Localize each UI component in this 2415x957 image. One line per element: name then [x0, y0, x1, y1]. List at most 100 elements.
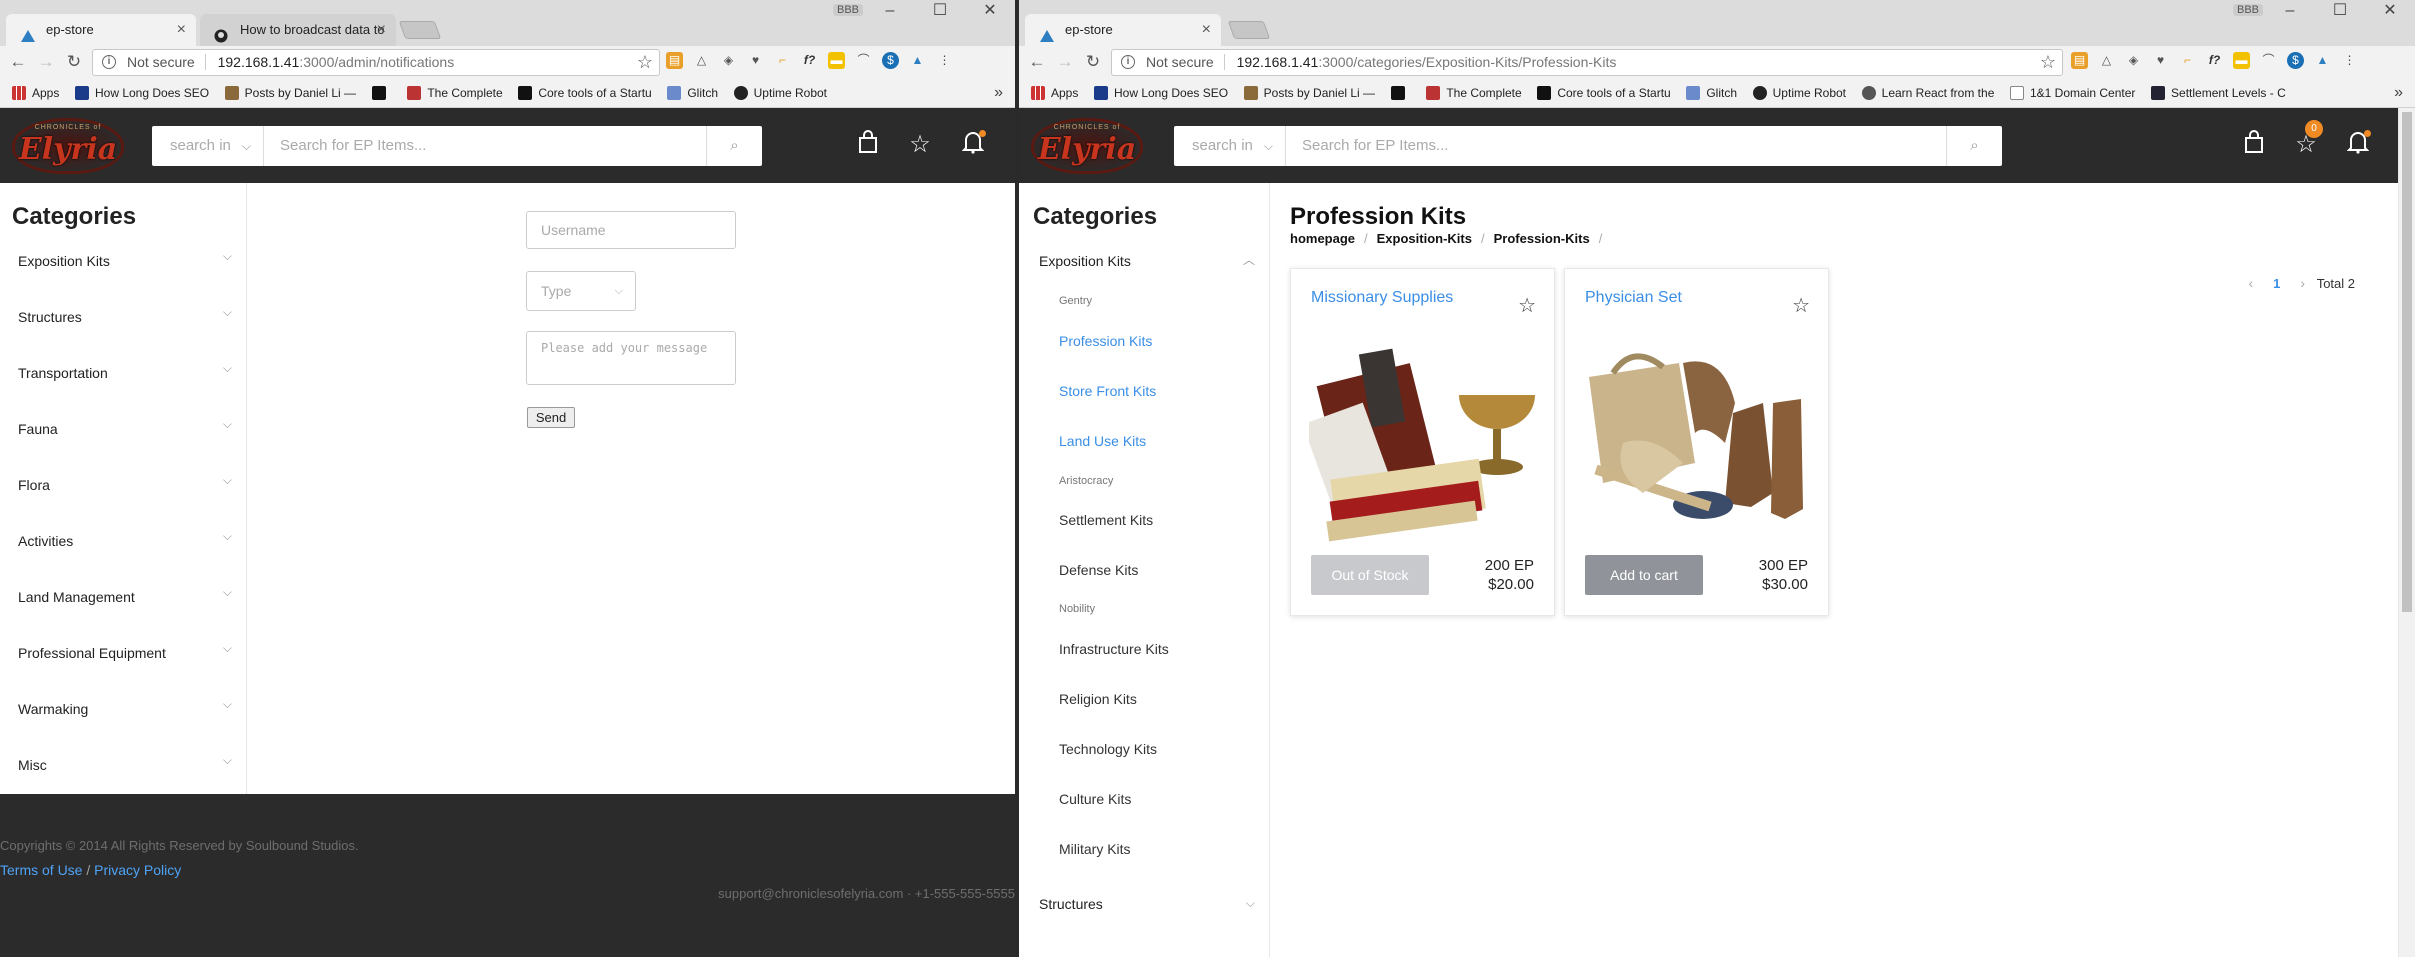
extension-icon[interactable]: ▲ [2314, 52, 2331, 69]
extension-icon[interactable]: ▲ [909, 52, 926, 69]
extension-icon[interactable]: ▬ [828, 52, 845, 69]
search-icon[interactable]: ⌕ [1946, 126, 2002, 166]
send-button[interactable]: Send [527, 407, 575, 428]
address-bar[interactable]: i Not secure 192.168.1.41:3000/admin/not… [92, 49, 660, 76]
search-input[interactable]: Search for EP Items... [264, 126, 706, 166]
subcategory-item[interactable]: Profession Kits [1059, 333, 1152, 349]
bookmark-item[interactable]: Uptime Robot [1752, 78, 1846, 107]
search-category-select[interactable]: search in ⌵ [152, 126, 264, 166]
extension-icon[interactable]: ▤ [2071, 52, 2088, 69]
minimize-icon[interactable]: – [2265, 0, 2315, 22]
star-icon[interactable]: ☆ [905, 130, 935, 160]
category-item-expanded[interactable]: Exposition Kits ︿ [1039, 253, 1263, 269]
shopping-bag-icon[interactable] [853, 130, 883, 160]
heart-icon[interactable]: ♥ [747, 52, 764, 69]
extension-icon[interactable]: △ [693, 52, 710, 69]
extension-icon[interactable]: ▤ [666, 52, 683, 69]
close-window-icon[interactable]: ✕ [2365, 0, 2415, 22]
category-item[interactable]: Warmaking ⌵ [18, 697, 240, 717]
category-item[interactable]: Structures ⌵ [1039, 896, 1263, 912]
new-tab-button[interactable] [398, 21, 442, 39]
subcategory-item[interactable]: Land Use Kits [1059, 433, 1146, 449]
heart-icon[interactable]: ♥ [2152, 52, 2169, 69]
add-to-cart-button[interactable]: Add to cart [1585, 555, 1703, 595]
extension-icon[interactable]: ⌒ [855, 52, 872, 69]
tab-ep-store[interactable]: ep-store × [1025, 14, 1221, 46]
product-name[interactable]: Physician Set [1585, 289, 1682, 307]
subcategory-item[interactable]: Religion Kits [1059, 691, 1137, 707]
subcategory-item[interactable]: Settlement Kits [1059, 512, 1153, 528]
bookmark-item[interactable]: Posts by Daniel Li — [1243, 78, 1375, 107]
star-icon[interactable]: ☆ 0 [2291, 120, 2323, 160]
new-tab-button[interactable] [1227, 21, 1271, 39]
bookmark-item[interactable] [1390, 78, 1411, 107]
extension-icon[interactable]: ⌒ [2260, 52, 2277, 69]
function-icon[interactable]: f? [2206, 52, 2223, 69]
tab-github[interactable]: How to broadcast data to × [200, 14, 396, 46]
bookmark-item[interactable]: The Complete [407, 78, 503, 107]
message-textarea[interactable]: Please add your message [526, 331, 736, 385]
extension-icon[interactable]: ◈ [2125, 52, 2142, 69]
category-item[interactable]: Misc ⌵ [18, 753, 240, 773]
product-name[interactable]: Missionary Supplies [1311, 289, 1453, 307]
bookmark-item[interactable]: Learn React from the [1861, 78, 1994, 107]
product-card[interactable]: Physician Set ☆ Add to cart 300 EP $30.00 [1564, 268, 1829, 616]
category-item[interactable]: Structures ⌵ [18, 305, 240, 325]
bell-icon[interactable] [958, 130, 988, 160]
subcategory-item[interactable]: Infrastructure Kits [1059, 641, 1169, 657]
chevron-left-icon[interactable]: ‹ [2248, 275, 2253, 291]
bookmark-item[interactable]: Glitch [667, 78, 718, 107]
extension-icon[interactable]: △ [2098, 52, 2115, 69]
subcategory-item[interactable]: Military Kits [1059, 841, 1131, 857]
category-item[interactable]: Flora ⌵ [18, 473, 240, 493]
search-input[interactable]: Search for EP Items... [1286, 126, 1946, 166]
breadcrumb-item[interactable]: Exposition-Kits [1377, 231, 1472, 246]
terms-link[interactable]: Terms of Use [0, 862, 82, 878]
bookmark-item[interactable]: The Complete [1426, 78, 1522, 107]
subcategory-item[interactable]: Defense Kits [1059, 562, 1138, 578]
privacy-link[interactable]: Privacy Policy [94, 862, 181, 878]
forward-arrow-icon[interactable]: → [34, 50, 58, 74]
page-number[interactable]: 1 [2273, 276, 2280, 291]
profile-badge[interactable]: BBB [832, 4, 863, 16]
back-arrow-icon[interactable]: ← [1025, 50, 1049, 74]
forward-arrow-icon[interactable]: → [1053, 50, 1077, 74]
bookmark-item[interactable]: Posts by Daniel Li — [224, 78, 356, 107]
subcategory-item[interactable]: Culture Kits [1059, 791, 1131, 807]
shopping-bag-icon[interactable] [2239, 130, 2269, 160]
minimize-icon[interactable]: – [865, 0, 915, 22]
bookmark-apps[interactable]: Apps [1031, 78, 1078, 107]
bookmark-item[interactable]: Glitch [1686, 78, 1737, 107]
search-icon[interactable]: ⌕ [706, 126, 762, 166]
close-tab-icon[interactable]: × [1202, 14, 1211, 46]
bookmark-item[interactable]: How Long Does SEO [1093, 78, 1228, 107]
breadcrumb-item[interactable]: homepage [1290, 231, 1355, 246]
bookmark-apps[interactable]: Apps [12, 78, 59, 107]
bookmark-item[interactable]: Uptime Robot [733, 78, 827, 107]
function-icon[interactable]: f? [801, 52, 818, 69]
bookmark-item[interactable]: Settlement Levels - C [2151, 78, 2286, 107]
reload-icon[interactable]: ↻ [1081, 50, 1105, 74]
extension-icon[interactable]: ⌐ [774, 52, 791, 69]
close-tab-icon[interactable]: × [177, 14, 186, 46]
more-bookmarks-icon[interactable]: » [994, 78, 1003, 107]
scrollbar-thumb[interactable] [2402, 112, 2412, 612]
search-category-select[interactable]: search in ⌵ [1174, 126, 1286, 166]
category-item[interactable]: Fauna ⌵ [18, 417, 240, 437]
favorite-star-icon[interactable]: ☆ [1792, 293, 1810, 318]
extension-icon[interactable]: ⌐ [2179, 52, 2196, 69]
category-item[interactable]: Transportation ⌵ [18, 361, 240, 381]
out-of-stock-button[interactable]: Out of Stock [1311, 555, 1429, 595]
extension-icon[interactable]: ▬ [2233, 52, 2250, 69]
close-window-icon[interactable]: ✕ [965, 0, 1015, 22]
bookmark-item[interactable]: Core tools of a Startu [1537, 78, 1671, 107]
category-item[interactable]: Exposition Kits ⌵ [18, 249, 240, 269]
tab-ep-store[interactable]: ep-store × [6, 14, 196, 46]
username-input[interactable]: Username [526, 211, 736, 249]
category-item[interactable]: Professional Equipment ⌵ [18, 641, 240, 661]
breadcrumb-item[interactable]: Profession-Kits [1494, 231, 1590, 246]
bookmark-item[interactable]: 1&1 Domain Center [2010, 78, 2135, 107]
page-scrollbar[interactable] [2398, 108, 2415, 957]
extension-icon[interactable]: $ [882, 52, 899, 69]
category-item[interactable]: Land Management ⌵ [18, 585, 240, 605]
